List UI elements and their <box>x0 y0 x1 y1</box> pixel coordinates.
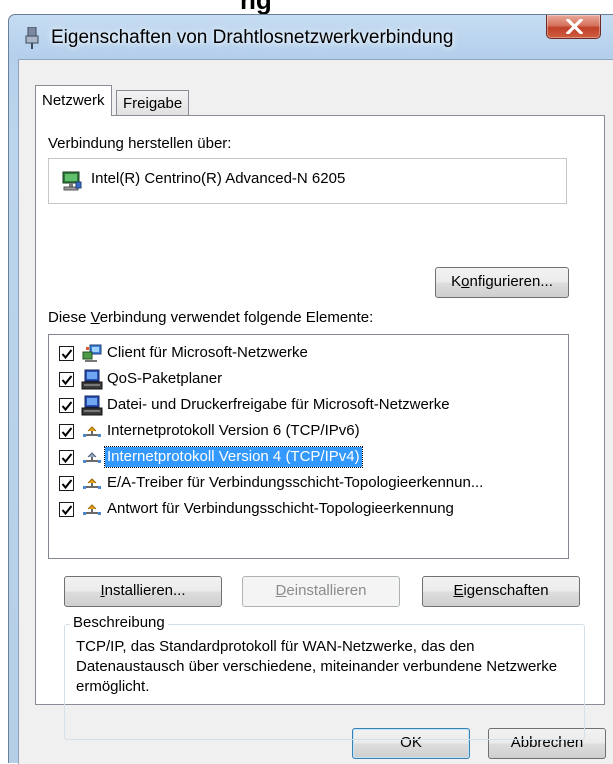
tab-panel-netzwerk: Verbindung herstellen über: Intel(R) Cen… <box>35 115 605 740</box>
label-text: Diese <box>48 309 91 326</box>
connect-via-label: Verbindung herstellen über: <box>48 135 232 152</box>
item-checkbox[interactable] <box>59 502 74 517</box>
item-label: Antwort für Verbindungsschicht-Topologie… <box>107 500 454 517</box>
service-icon <box>81 369 103 390</box>
install-button[interactable]: Installieren... <box>64 576 222 607</box>
elements-label: Diese Verbindung verwendet folgende Elem… <box>48 309 373 326</box>
tab-netzwerk[interactable]: Netzwerk <box>35 85 112 116</box>
checkmark-icon <box>61 427 73 438</box>
dialog-client-area: Netzwerk Freigabe Verbindung herstellen … <box>18 59 613 764</box>
list-item-ipv4[interactable]: Internetprotokoll Version 4 (TCP/IPv4) <box>59 445 564 471</box>
tab-label: Netzwerk <box>42 92 105 109</box>
tab-label: Freigabe <box>123 95 183 112</box>
checkmark-icon <box>61 375 73 386</box>
checkmark-icon <box>61 479 73 490</box>
item-label-selected: Internetprotokoll Version 4 (TCP/IPv4) <box>104 446 363 468</box>
configure-button[interactable]: Konfigurieren... <box>435 267 569 298</box>
window-title: Eigenschaften von Drahtlosnetzwerkverbin… <box>51 27 454 48</box>
elements-list[interactable]: Client für Microsoft-Netzwerke QoS-Paket… <box>48 334 569 559</box>
button-label: einstallieren <box>286 582 367 599</box>
network-client-icon <box>82 344 102 362</box>
properties-button[interactable]: Eigenschaften <box>422 576 580 607</box>
button-label-mnemonic: D <box>275 582 287 599</box>
adapter-field: Intel(R) Centrino(R) Advanced-N 6205 <box>48 158 567 204</box>
item-label: Datei- und Druckerfreigabe für Microsoft… <box>107 396 450 413</box>
item-checkbox[interactable] <box>59 476 74 491</box>
network-adapter-icon <box>62 171 82 191</box>
button-label-mnemonic: E <box>453 582 464 599</box>
service-icon <box>81 395 103 416</box>
button-label: K <box>451 273 462 290</box>
button-label: nfigurieren... <box>469 273 553 290</box>
checkmark-icon <box>61 349 73 360</box>
checkmark-icon <box>61 401 73 412</box>
button-label: nstallieren... <box>104 582 186 599</box>
protocol-icon <box>83 478 101 489</box>
item-label: QoS-Paketplaner <box>107 370 223 387</box>
background-text: ng <box>240 0 272 14</box>
description-text: TCP/IP, das Standardprotokoll für WAN-Ne… <box>76 638 558 695</box>
close-button[interactable] <box>546 15 601 39</box>
label-text: erbindung verwendet folgende Elemente: <box>99 309 374 326</box>
list-item-lltd-responder[interactable]: Antwort für Verbindungsschicht-Topologie… <box>59 497 564 523</box>
item-checkbox[interactable] <box>59 398 74 413</box>
item-checkbox[interactable] <box>59 424 74 439</box>
adapter-name: Intel(R) Centrino(R) Advanced-N 6205 <box>91 170 346 187</box>
checkmark-icon <box>61 505 73 516</box>
list-item-lltd-driver[interactable]: E/A-Treiber für Verbindungsschicht-Topol… <box>59 471 564 497</box>
protocol-icon <box>83 426 101 437</box>
item-checkbox[interactable] <box>59 346 74 361</box>
button-label: igenschaften <box>463 582 549 599</box>
item-label: Client für Microsoft-Netzwerke <box>107 344 308 361</box>
list-item-file-sharing[interactable]: Datei- und Druckerfreigabe für Microsoft… <box>59 393 564 419</box>
item-label: Internetprotokoll Version 6 (TCP/IPv6) <box>107 422 360 439</box>
uninstall-button[interactable]: Deinstallieren <box>242 576 400 607</box>
close-icon <box>566 19 583 34</box>
list-item-ipv6[interactable]: Internetprotokoll Version 6 (TCP/IPv6) <box>59 419 564 445</box>
network-adapter-icon <box>25 27 39 49</box>
item-label: E/A-Treiber für Verbindungsschicht-Topol… <box>107 474 484 491</box>
list-item-qos[interactable]: QoS-Paketplaner <box>59 367 564 393</box>
list-item-client[interactable]: Client für Microsoft-Netzwerke <box>59 341 564 367</box>
protocol-icon <box>83 504 101 515</box>
properties-dialog: Eigenschaften von Drahtlosnetzwerkverbin… <box>8 14 613 764</box>
description-legend: Beschreibung <box>70 614 168 631</box>
checkmark-icon <box>61 453 73 464</box>
background-text-fragment: ng <box>0 0 613 14</box>
item-checkbox[interactable] <box>59 372 74 387</box>
item-checkbox[interactable] <box>59 450 74 465</box>
tab-freigabe[interactable]: Freigabe <box>116 90 190 116</box>
label-mnemonic: V <box>90 309 100 326</box>
protocol-icon <box>83 452 101 463</box>
title-bar[interactable]: Eigenschaften von Drahtlosnetzwerkverbin… <box>9 15 613 59</box>
